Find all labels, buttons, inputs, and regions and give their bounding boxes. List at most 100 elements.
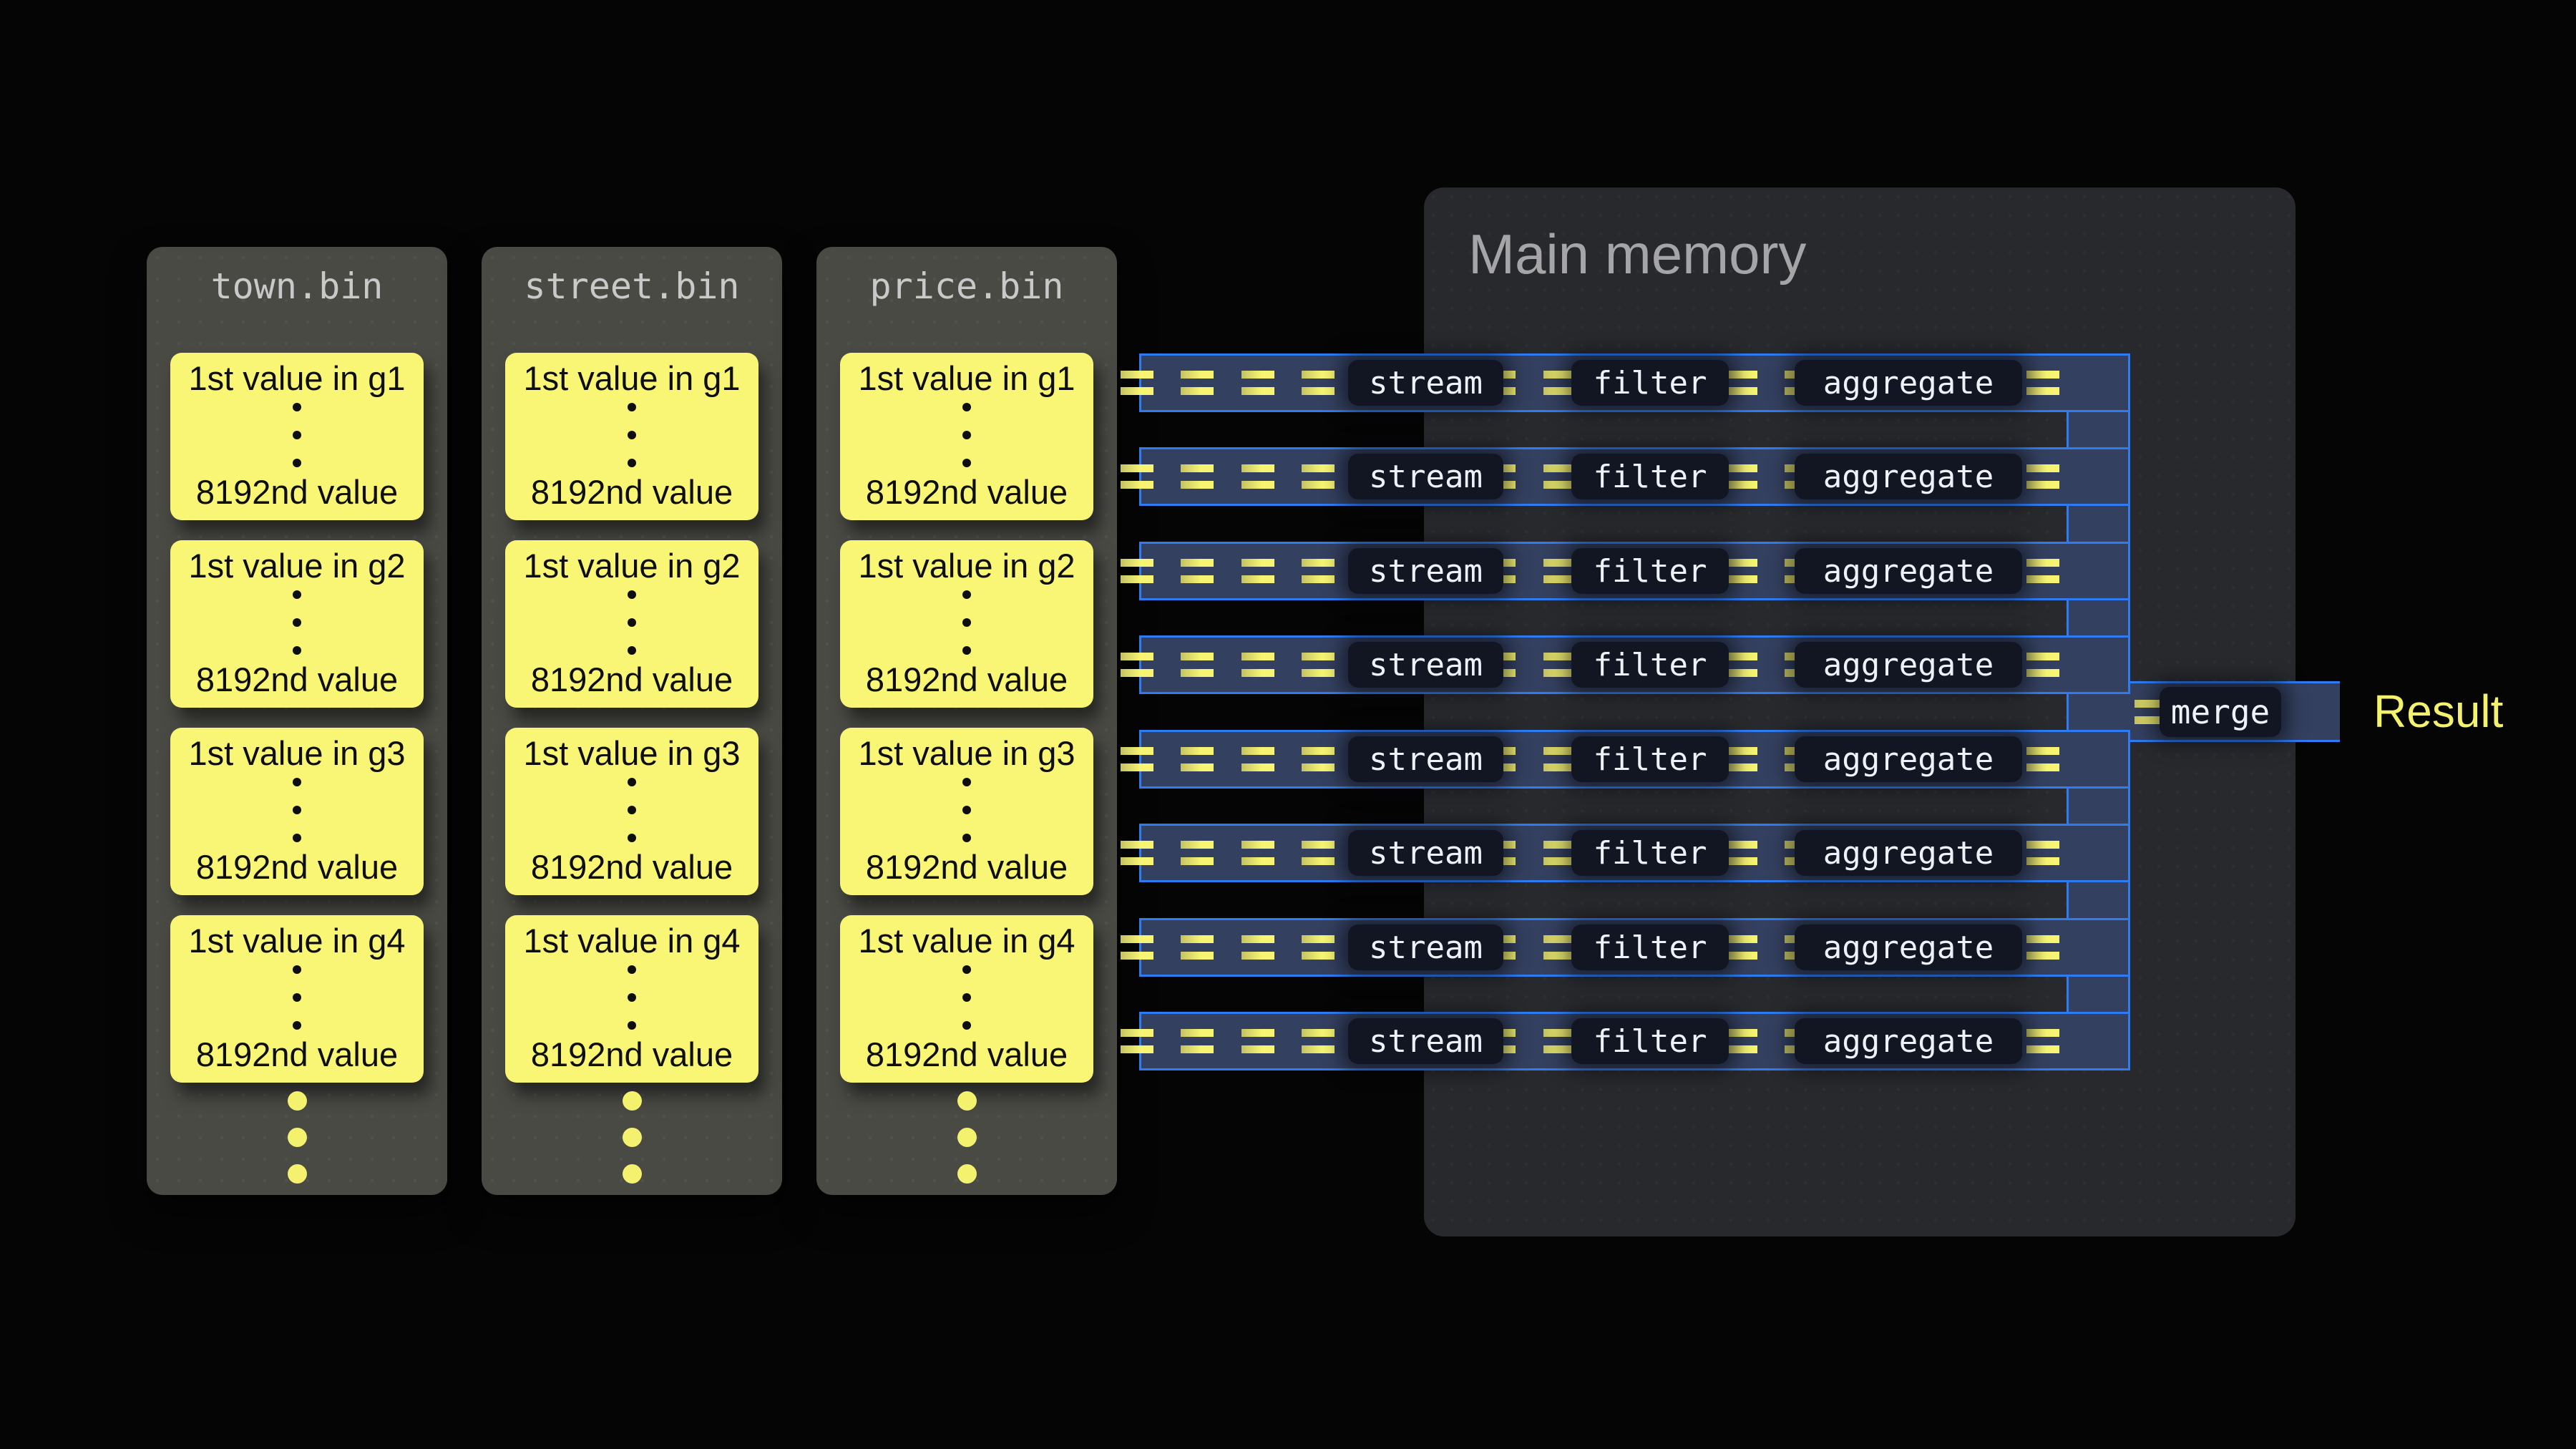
stage-chip-filter: filter [1571,548,1729,594]
stage-chip-stream: stream [1348,548,1503,594]
equals-dash-icon [1302,559,1335,583]
stage-chip-filter: filter [1571,830,1729,876]
equals-dash-icon [1302,935,1335,960]
equals-dash-icon [1724,747,1757,771]
file-card: price.bin1st value in g18192nd value1st … [816,247,1117,1195]
equals-dash-icon [1181,1029,1214,1053]
vertical-ellipsis-icon [293,403,301,467]
equals-dash-icon [2026,653,2059,677]
equals-dash-icon [1181,653,1214,677]
pipeline-row: stream filter aggregate [1139,447,2130,506]
equals-dash-icon [1121,935,1153,960]
stage-chip-filter: filter [1571,642,1729,688]
block-last-value: 8192nd value [531,847,733,887]
value-block: 1st value in g38192nd value [840,728,1093,895]
equals-dash-icon [1241,653,1274,677]
stage-chip-filter: filter [1571,1018,1729,1064]
value-block: 1st value in g3 8192nd value [170,728,424,895]
stage-chip-filter: filter [1571,924,1729,970]
diagram-stage: Main memory town.bin1st value in g18192n… [0,0,2576,1449]
value-block: 1st value in g48192nd value [505,915,758,1083]
block-first-value: 1st value in g2 [188,546,405,585]
stage-chip-aggregate: aggregate [1795,830,2022,876]
equals-dash-icon [1241,1029,1274,1053]
result-label: Result [2373,684,2503,738]
equals-dash-icon [1181,747,1214,771]
stage-chip-aggregate: aggregate [1795,454,2022,499]
value-block: 1st value in g2 8192nd value [170,540,424,708]
equals-dash-icon [1241,371,1274,395]
stage-chip-filter: filter [1571,454,1729,499]
equals-dash-icon [1181,935,1214,960]
vertical-ellipsis-icon [293,965,301,1030]
block-last-value: 8192nd value [196,1035,398,1074]
pipeline-row: streamfilteraggregate [1139,730,2130,789]
equals-dash-icon [1121,653,1153,677]
equals-dash-icon [2026,559,2059,583]
equals-dash-icon [1181,559,1214,583]
more-groups-ellipsis-icon [816,1091,1117,1184]
vertical-ellipsis-icon [962,590,971,655]
equals-dash-icon [1302,371,1335,395]
equals-dash-icon [1302,464,1335,489]
block-first-value: 1st value in g3 [858,733,1075,773]
stage-chip-stream: stream [1348,642,1503,688]
equals-dash-icon [1724,371,1757,395]
equals-dash-icon [1724,841,1757,865]
block-first-value: 1st value in g2 [858,546,1075,585]
equals-dash-icon [1724,559,1757,583]
equals-dash-icon [1241,747,1274,771]
equals-dash-icon [1302,653,1335,677]
equals-dash-icon [1181,841,1214,865]
equals-dash-icon [1121,841,1153,865]
block-first-value: 1st value in g2 [523,546,740,585]
file-card: street.bin1st value in g18192nd value1st… [482,247,782,1195]
more-groups-ellipsis-icon [482,1091,782,1184]
value-block: 1st value in g4 8192nd value [840,915,1093,1083]
value-block: 1st value in g1 8192nd value [505,353,758,520]
block-first-value: 1st value in g1 [523,358,740,398]
equals-dash-icon [2026,1029,2059,1053]
pipeline-row: stream filter aggregate [1139,918,2130,977]
block-last-value: 8192nd value [531,660,733,699]
block-first-value: 1st value in g1 [188,358,405,398]
equals-dash-icon [1181,371,1214,395]
equals-dash-icon [1121,559,1153,583]
equals-dash-icon [1724,1029,1757,1053]
stage-chip-filter: filter [1571,736,1729,782]
equals-dash-icon [1121,747,1153,771]
equals-dash-icon [1302,841,1335,865]
pipeline-row: streamfilteraggregate [1139,353,2130,412]
stage-chip-aggregate: aggregate [1795,642,2022,688]
block-first-value: 1st value in g4 [858,921,1075,960]
stage-chip-aggregate: aggregate [1795,360,2022,406]
block-first-value: 1st value in g4 [523,921,740,960]
block-first-value: 1st value in g3 [523,733,740,773]
pipeline-row: streamfilteraggregate [1139,824,2130,882]
equals-dash-icon [2026,747,2059,771]
block-first-value: 1st value in g1 [858,358,1075,398]
block-last-value: 8192nd value [866,1035,1068,1074]
equals-dash-icon [2026,371,2059,395]
block-last-value: 8192nd value [196,847,398,887]
equals-dash-icon [1121,464,1153,489]
value-block: 1st value in g48192nd value [170,915,424,1083]
equals-dash-icon [1724,464,1757,489]
stage-chip-stream: stream [1348,454,1503,499]
stage-chip-stream: stream [1348,736,1503,782]
equals-dash-icon [1302,747,1335,771]
equals-dash-icon [1302,1029,1335,1053]
file-name: town.bin [147,247,447,326]
equals-dash-icon [2026,935,2059,960]
block-first-value: 1st value in g3 [188,733,405,773]
equals-dash-icon [1241,935,1274,960]
stage-chip-stream: stream [1348,360,1503,406]
equals-dash-icon [1241,841,1274,865]
stage-chip-stream: stream [1348,924,1503,970]
equals-dash-icon [1241,559,1274,583]
block-last-value: 8192nd value [196,660,398,699]
vertical-ellipsis-icon [962,965,971,1030]
stage-chip-aggregate: aggregate [1795,924,2022,970]
block-last-value: 8192nd value [531,472,733,512]
pipeline-row: streamfilteraggregate [1139,542,2130,600]
